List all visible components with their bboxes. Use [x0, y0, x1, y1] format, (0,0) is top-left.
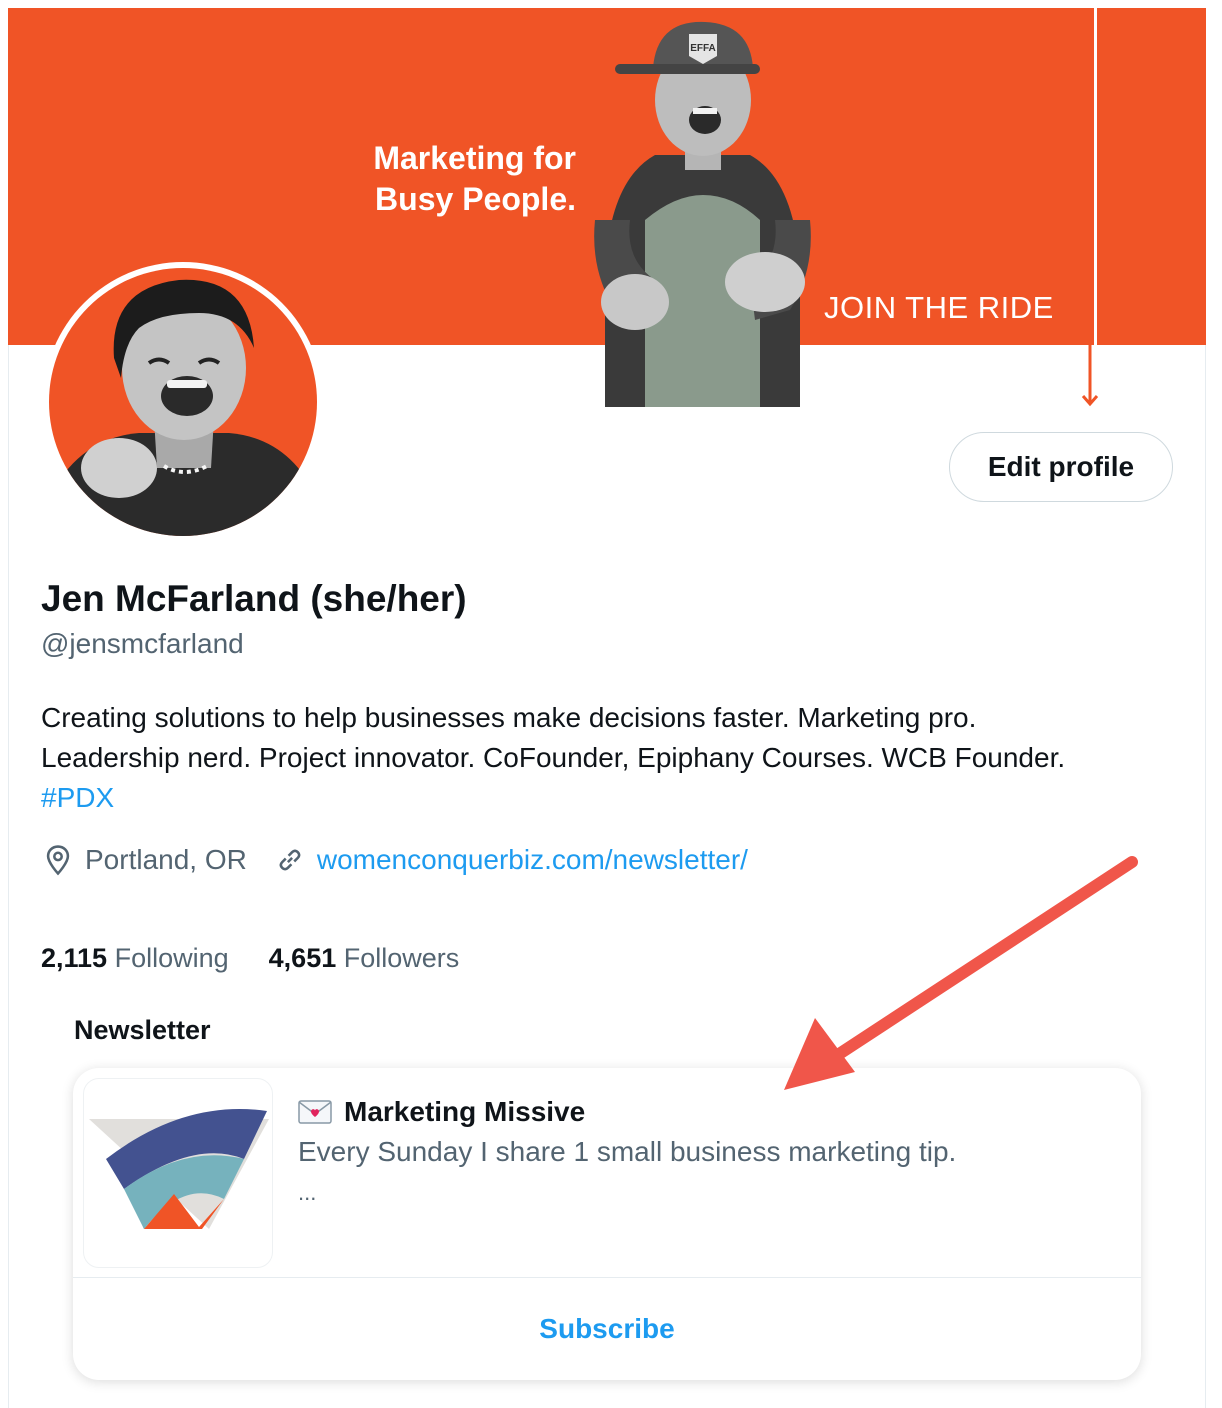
profile-location: Portland, OR — [85, 844, 247, 875]
followers-count: 4,651 — [268, 943, 337, 973]
newsletter-section-title: Newsletter — [74, 1015, 211, 1045]
banner-person-image: EFFA — [594, 21, 811, 407]
newsletter-more: ... — [298, 1180, 317, 1205]
followers-stat[interactable]: 4,651 Followers — [269, 943, 460, 974]
banner-tagline: Marketing for Busy People. — [336, 138, 576, 220]
banner-cta-text: JOIN THE RIDE — [824, 290, 1054, 325]
love-letter-icon — [298, 1100, 332, 1124]
newsletter-title[interactable]: Marketing Missive — [298, 1096, 585, 1128]
followers-label: Followers — [343, 943, 460, 973]
bio-line-1: Creating solutions to help businesses ma… — [41, 702, 977, 733]
banner-tagline-line2: Busy People. — [375, 181, 576, 217]
following-stat[interactable]: 2,115 Following — [41, 943, 229, 974]
bio-line-2: Leadership nerd. Project innovator. CoFo… — [41, 742, 1066, 773]
newsletter-description: Every Sunday I share 1 small business ma… — [298, 1136, 957, 1167]
arrow-down-icon — [1081, 344, 1099, 407]
profile-handle: @jensmcfarland — [41, 628, 244, 659]
profile-name: Jen McFarland (she/her) — [41, 578, 467, 619]
profile-meta: Portland, OR womenconquerbiz.com/newslet… — [41, 840, 748, 880]
annotation-arrow-icon — [784, 856, 1138, 1090]
newsletter-logo — [83, 1078, 273, 1268]
link-icon — [279, 849, 301, 871]
edit-profile-button[interactable]: Edit profile — [949, 432, 1173, 502]
bio-hashtag-link[interactable]: #PDX — [41, 778, 1171, 818]
banner-tagline-line1: Marketing for — [373, 140, 576, 176]
following-label: Following — [114, 943, 229, 973]
newsletter-card[interactable]: Marketing Missive Every Sunday I share 1… — [73, 1068, 1141, 1380]
subscribe-button[interactable]: Subscribe — [73, 1278, 1141, 1380]
location-pin-icon — [46, 845, 70, 876]
profile-website-link[interactable]: womenconquerbiz.com/newsletter/ — [317, 844, 748, 876]
banner-vertical-line — [1094, 8, 1097, 345]
profile-bio: Creating solutions to help businesses ma… — [41, 698, 1171, 818]
avatar[interactable] — [43, 262, 323, 542]
newsletter-title-text: Marketing Missive — [344, 1096, 586, 1127]
following-count: 2,115 — [41, 943, 108, 973]
profile-stats: 2,115 Following 4,651 Followers — [41, 943, 499, 974]
avatar-photo — [49, 268, 317, 536]
cap-logo-text: EFFA — [690, 43, 716, 54]
